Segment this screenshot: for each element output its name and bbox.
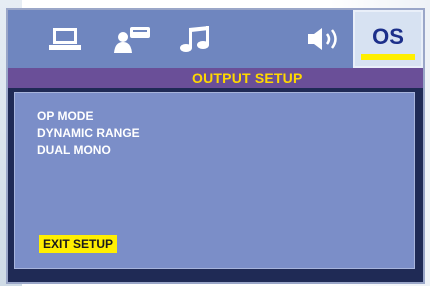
tab-bar: OS [8, 10, 423, 68]
laptop-icon[interactable] [48, 24, 82, 54]
selected-tab-indicator [361, 54, 415, 60]
menu-item-dual-mono[interactable]: DUAL MONO [37, 143, 111, 157]
music-note-icon[interactable] [178, 24, 212, 54]
section-title: OUTPUT SETUP [192, 70, 303, 86]
tab-os[interactable]: OS [353, 10, 423, 68]
settings-panel: OP MODE DYNAMIC RANGE DUAL MONO EXIT SET… [14, 92, 415, 269]
volume-icon[interactable] [306, 24, 344, 54]
osd-screen: OS OUTPUT SETUP OP MODE DYNAMIC RANGE DU… [6, 8, 425, 284]
section-header-bar: OUTPUT SETUP [8, 68, 423, 88]
exit-setup-button[interactable]: EXIT SETUP [39, 235, 118, 253]
os-tab-label: OS [372, 24, 404, 49]
menu-item-dynamic-range[interactable]: DYNAMIC RANGE [37, 126, 140, 140]
menu-item-op-mode[interactable]: OP MODE [37, 109, 93, 123]
speaker-person-icon[interactable] [112, 24, 152, 54]
